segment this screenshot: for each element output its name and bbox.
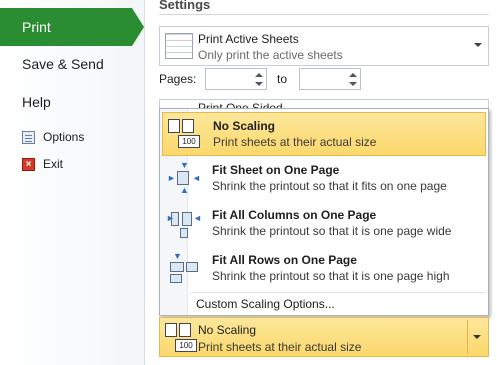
scaling-option-no-scaling[interactable]: 100 No Scaling Print sheets at their act… xyxy=(162,112,486,156)
nav-options-label: Options xyxy=(43,130,85,144)
scaling-current-title: No Scaling xyxy=(198,323,257,337)
nav-help[interactable]: Help xyxy=(22,94,51,110)
nav-options[interactable]: Options xyxy=(22,130,84,144)
option-title: No Scaling xyxy=(213,119,276,133)
pages-to-stepper[interactable] xyxy=(299,68,361,90)
pages-to-label: to xyxy=(277,72,288,86)
stepper-down-icon[interactable] xyxy=(349,82,357,86)
scaling-option-fit-sheet[interactable]: ▼ ▲ ► ◄ Fit Sheet on One Page Shrink the… xyxy=(162,157,486,201)
stepper-up-icon[interactable] xyxy=(349,73,357,77)
option-title: Fit Sheet on One Page xyxy=(212,163,340,177)
option-title: Fit All Rows on One Page xyxy=(212,253,357,267)
option-subtitle: Shrink the printout so that it is one pa… xyxy=(212,224,452,238)
backstage-nav: Print Save & Send Help Options × Exit xyxy=(0,0,145,365)
pages-from-stepper[interactable] xyxy=(205,68,267,90)
settings-heading: Settings xyxy=(159,0,211,12)
scaling-option-fit-columns[interactable]: ► ◄ Fit All Columns on One Page Shrink t… xyxy=(162,202,486,246)
scaling-option-fit-rows[interactable]: ▼ Fit All Rows on One Page Shrink the pr… xyxy=(162,247,486,291)
no-scaling-icon: 100 xyxy=(166,117,202,151)
stepper-up-icon[interactable] xyxy=(255,73,263,77)
no-scaling-icon: 100 xyxy=(163,321,199,355)
nav-exit-label: Exit xyxy=(43,157,64,171)
nav-save-send[interactable]: Save & Send xyxy=(22,56,104,72)
scaling-current-subtitle: Print sheets at their actual size xyxy=(198,340,362,354)
fit-rows-icon: ▼ xyxy=(165,251,201,285)
print-settings-panel: Settings Print Active Sheets Only print … xyxy=(145,0,497,365)
nav-print[interactable]: Print xyxy=(0,8,144,46)
active-sheets-icon xyxy=(165,33,193,59)
scaling-dropdown[interactable]: 100 No Scaling Print sheets at their act… xyxy=(159,317,489,357)
chevron-down-icon[interactable] xyxy=(473,335,481,339)
print-what-dropdown[interactable]: Print Active Sheets Only print the activ… xyxy=(159,26,489,66)
nav-exit[interactable]: × Exit xyxy=(22,157,63,171)
menu-separator xyxy=(190,292,486,293)
chevron-down-icon xyxy=(474,43,482,47)
print-what-subtitle: Only print the active sheets xyxy=(198,48,343,62)
exit-icon: × xyxy=(22,157,35,171)
options-icon xyxy=(22,130,35,144)
option-subtitle: Shrink the printout so that it fits on o… xyxy=(212,179,447,193)
option-subtitle: Shrink the printout so that it is one pa… xyxy=(212,269,450,283)
scaling-menu: 100 No Scaling Print sheets at their act… xyxy=(159,108,489,316)
settings-divider xyxy=(159,14,489,15)
pages-range-row: Pages: to xyxy=(159,68,489,90)
fit-sheet-icon: ▼ ▲ ► ◄ xyxy=(167,160,201,195)
stepper-down-icon[interactable] xyxy=(255,82,263,86)
dropdown-divider xyxy=(467,320,468,354)
print-what-title: Print Active Sheets xyxy=(198,32,299,46)
fit-columns-icon: ► ◄ xyxy=(165,206,202,240)
option-subtitle: Print sheets at their actual size xyxy=(213,135,377,149)
custom-scaling-options[interactable]: Custom Scaling Options... xyxy=(196,297,335,311)
pages-label: Pages: xyxy=(159,72,197,86)
option-title: Fit All Columns on One Page xyxy=(212,208,377,222)
